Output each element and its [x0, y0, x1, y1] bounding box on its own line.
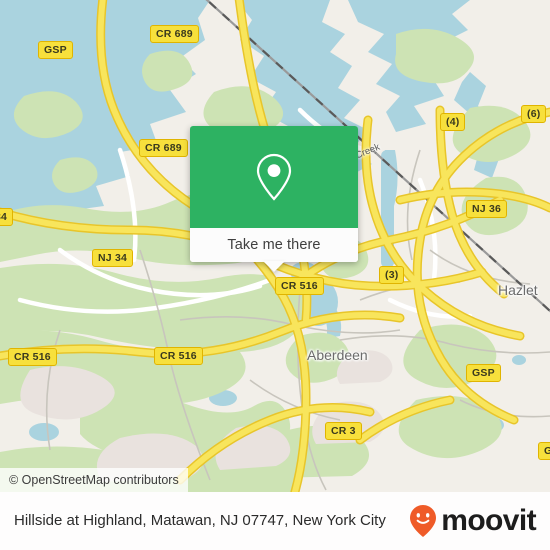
moovit-smiley-pin-icon	[410, 505, 437, 537]
road-shield: CR 3	[325, 422, 362, 440]
road-shield: CR 516	[275, 277, 324, 295]
place-label: Hazlet	[498, 282, 538, 298]
road-shield: NJ 34	[92, 249, 134, 267]
road-shield: (6)	[521, 105, 547, 123]
road-shield: G	[538, 442, 550, 460]
popup-header	[190, 126, 358, 228]
road-shield: CR 516	[154, 347, 203, 365]
map-screen: GSP CR 689 CR 689 34 NJ 34 CR 516 CR 516 CR 516…	[0, 0, 550, 550]
address-text: Hillside at Highland, Matawan, NJ 07747,…	[14, 512, 386, 529]
map-attribution[interactable]: © OpenStreetMap contributors	[0, 468, 188, 492]
road-shield: (4)	[440, 113, 466, 131]
footer-bar: Hillside at Highland, Matawan, NJ 07747,…	[0, 492, 550, 550]
take-me-there-button[interactable]: Take me there	[190, 228, 358, 262]
road-shield: CR 689	[150, 25, 199, 43]
moovit-wordmark: moovit	[441, 504, 536, 537]
location-popup-card[interactable]: Take me there	[190, 126, 358, 272]
moovit-logo[interactable]: moovit	[408, 504, 537, 538]
attribution-text: © OpenStreetMap contributors	[9, 473, 179, 487]
road-shield: 34	[0, 208, 14, 226]
road-shield: CR 516	[8, 348, 57, 366]
road-shield: GSP	[38, 41, 73, 59]
road-shield: CR 689	[139, 139, 188, 157]
take-me-there-label: Take me there	[227, 237, 321, 253]
road-shield: (3)	[379, 266, 405, 284]
place-label: Aberdeen	[307, 347, 368, 363]
road-shield: NJ 36	[466, 200, 508, 218]
popup-pointer-tail	[263, 261, 285, 272]
map-pin-icon	[256, 153, 292, 201]
road-shield: GSP	[466, 364, 501, 382]
